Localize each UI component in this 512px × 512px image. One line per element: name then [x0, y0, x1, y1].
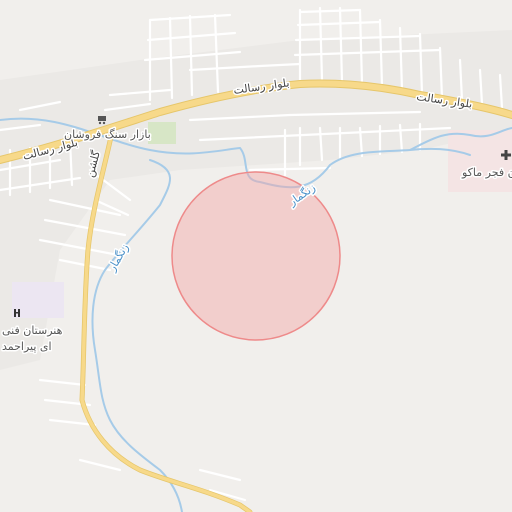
park-area — [148, 122, 176, 144]
poi-label-hospital: ن فجر ماکو — [461, 166, 512, 179]
poi-label-school-line1: هنرستان فنی — [2, 324, 63, 337]
map-canvas[interactable]: بلوار رسالت بلوار رسالت بلوار رسالت گلشن… — [0, 0, 512, 512]
highlight-circle[interactable] — [171, 171, 341, 341]
hospital-area — [448, 130, 512, 192]
poi-label-school-line2: ای پیراحمد — [2, 340, 52, 353]
poi-label-stone-bazaar: بازار سنگ فروشان — [64, 128, 151, 141]
